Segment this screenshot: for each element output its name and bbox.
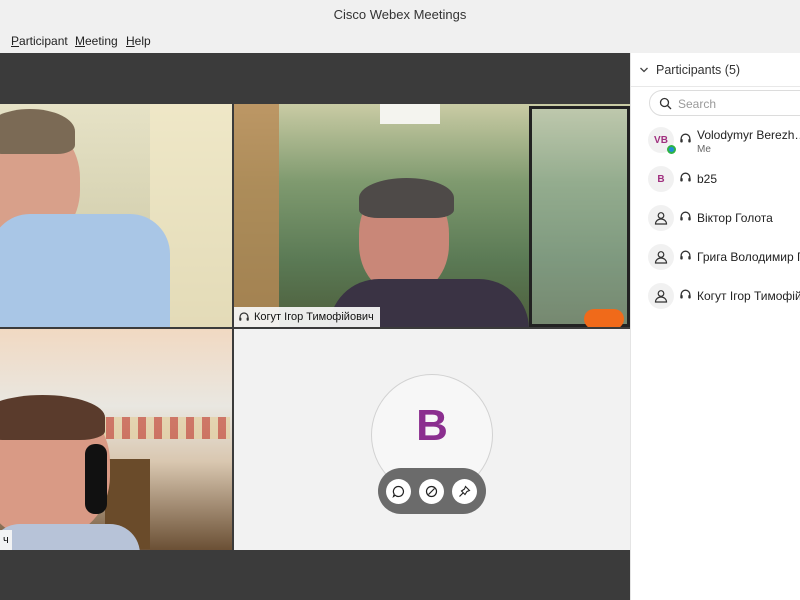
- menu-label: eeting: [85, 34, 118, 48]
- menu-meeting[interactable]: Meeting: [75, 33, 118, 49]
- participant-name: b25: [697, 172, 718, 186]
- record-icon: [425, 485, 438, 498]
- participant-name-tag: ч: [0, 530, 12, 550]
- person-icon: [654, 251, 668, 264]
- window-titlebar: Cisco Webex Meetings: [0, 0, 800, 30]
- headset-icon: [680, 133, 691, 143]
- wooden-frame: [234, 104, 279, 327]
- search-input[interactable]: [678, 95, 800, 112]
- participants-count-label: Participants (5): [656, 63, 741, 77]
- headset-icon: [680, 250, 691, 260]
- record-button[interactable]: [419, 479, 444, 504]
- avatar: VB: [648, 127, 676, 154]
- video-tile[interactable]: ч: [0, 329, 232, 550]
- video-stage: Когут Ігор Тимофійович ч B: [0, 53, 630, 600]
- person-shirt: [0, 214, 170, 327]
- menu-participant[interactable]: Participant: [11, 33, 68, 49]
- avatar: B: [648, 166, 674, 192]
- chat-button[interactable]: [386, 479, 411, 504]
- video-tile[interactable]: B b25: [234, 329, 630, 550]
- headset-icon: [680, 211, 691, 221]
- chevron-down-icon[interactable]: [639, 65, 649, 75]
- menu-label: articipant: [19, 34, 68, 48]
- participant-name-label: Когут Ігор Тимофійович: [254, 311, 374, 323]
- person-hair: [0, 109, 75, 154]
- menu-mnemonic: P: [11, 34, 20, 48]
- avatar: [648, 283, 674, 309]
- participant-name: Volodymyr Berezh…: [697, 128, 800, 142]
- person-shirt: [0, 524, 140, 550]
- participant-row[interactable]: Когут Ігор Тимофій: [631, 279, 800, 313]
- headset-icon: [680, 289, 691, 299]
- participant-search[interactable]: [649, 90, 800, 116]
- pin-icon: [459, 485, 471, 497]
- avatar: [648, 205, 674, 231]
- participant-row[interactable]: B b25: [631, 162, 800, 196]
- tile-hover-controls: [378, 468, 486, 514]
- glass-panel: [529, 106, 630, 327]
- menu-help[interactable]: Help: [126, 33, 151, 49]
- participants-panel: Participants (5) VB Volodymyr Berezh… Me…: [630, 53, 800, 600]
- wall-carpet: [90, 417, 230, 439]
- participant-row[interactable]: Грига Володимир Г: [631, 240, 800, 274]
- participant-name: Віктор Голота: [697, 211, 773, 225]
- video-tile[interactable]: Когут Ігор Тимофійович: [234, 104, 630, 327]
- orange-object: [584, 309, 624, 327]
- participant-subtitle: Me: [697, 144, 711, 155]
- participant-row[interactable]: VB Volodymyr Berezh… Me: [631, 123, 800, 157]
- participant-name: Когут Ігор Тимофій: [697, 289, 800, 303]
- menu-label: elp: [134, 34, 151, 48]
- menu-mnemonic: H: [126, 34, 135, 48]
- avatar-initials: VB: [654, 134, 668, 146]
- participant-name-tag: Когут Ігор Тимофійович: [234, 307, 380, 327]
- window-title: Cisco Webex Meetings: [333, 7, 467, 22]
- participant-name-label: ч: [3, 534, 9, 546]
- person-icon: [654, 290, 668, 303]
- video-tile[interactable]: [0, 104, 232, 327]
- participant-row[interactable]: Віктор Голота: [631, 201, 800, 235]
- menu-bar: Participant Meeting Help: [0, 30, 800, 53]
- menu-mnemonic: M: [75, 34, 85, 48]
- participants-header[interactable]: Participants (5): [631, 53, 800, 87]
- participant-name: Грига Володимир Г: [697, 250, 800, 264]
- person-icon: [654, 212, 668, 225]
- avatar-initial: B: [416, 401, 448, 450]
- presence-status-dot: [667, 145, 676, 154]
- search-icon: [659, 97, 672, 110]
- chat-icon: [392, 485, 404, 498]
- person-hair: [359, 178, 454, 218]
- window-light: [380, 104, 440, 124]
- avatar-initials: B: [657, 173, 665, 185]
- person-hair: [0, 395, 105, 440]
- headset-earcup: [85, 444, 107, 514]
- pin-button[interactable]: [452, 479, 477, 504]
- headset-icon: [680, 172, 691, 182]
- headset-icon: [239, 312, 249, 321]
- avatar: [648, 244, 674, 270]
